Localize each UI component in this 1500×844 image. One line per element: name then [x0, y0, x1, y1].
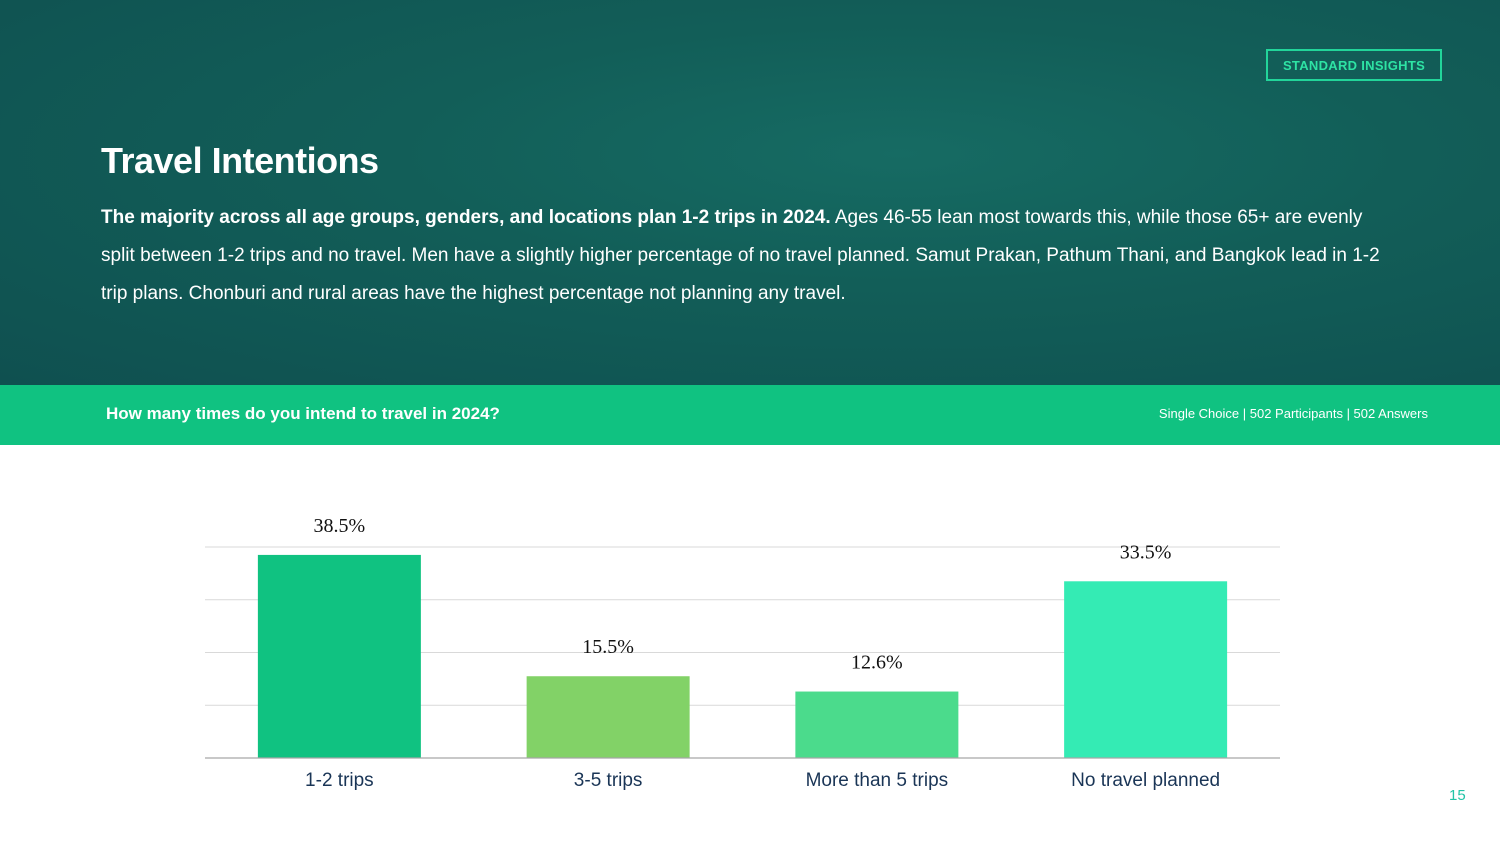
- question-text: How many times do you intend to travel i…: [106, 404, 500, 423]
- summary-lead: The majority across all age groups, gend…: [101, 207, 831, 228]
- page-title: Travel Intentions: [101, 140, 379, 181]
- question-bar: How many times do you intend to travel i…: [0, 385, 1500, 445]
- x-tick-label: No travel planned: [1071, 770, 1220, 791]
- bar: [795, 691, 959, 758]
- page-number: 15: [1449, 787, 1466, 804]
- data-label: 33.5%: [1120, 541, 1172, 563]
- standard-insights-badge: STANDARD INSIGHTS: [1266, 49, 1442, 81]
- data-label: 15.5%: [582, 636, 634, 658]
- x-tick-label: More than 5 trips: [806, 770, 949, 791]
- slide: STANDARD INSIGHTS Travel Intentions The …: [0, 0, 1500, 844]
- x-tick-label: 3-5 trips: [574, 770, 643, 791]
- header-section: STANDARD INSIGHTS Travel Intentions The …: [0, 0, 1500, 385]
- data-label: 38.5%: [314, 515, 366, 537]
- bar: [1064, 581, 1228, 758]
- data-label: 12.6%: [851, 652, 903, 674]
- summary-text: The majority across all age groups, gend…: [101, 199, 1391, 313]
- question-meta: Single Choice | 502 Participants | 502 A…: [1158, 406, 1428, 421]
- x-tick-label: 1-2 trips: [305, 770, 374, 791]
- bar-chart: 38.5% 1-2 trips 15.5% 3-5 trips 12.6% More th…: [205, 515, 1280, 791]
- bar: [526, 676, 690, 758]
- bar: [257, 554, 421, 758]
